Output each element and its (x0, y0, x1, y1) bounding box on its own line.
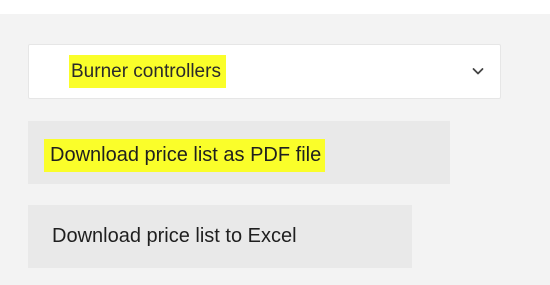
chevron-down-icon[interactable] (470, 63, 486, 79)
download-pdf-button[interactable]: Download price list as PDF file (28, 121, 450, 184)
download-pdf-label: Download price list as PDF file (44, 139, 326, 172)
category-select[interactable]: Burner controllers (28, 44, 501, 99)
category-select-value: Burner controllers (69, 55, 226, 88)
download-excel-button[interactable]: Download price list to Excel (28, 205, 412, 268)
download-excel-label: Download price list to Excel (52, 225, 297, 247)
